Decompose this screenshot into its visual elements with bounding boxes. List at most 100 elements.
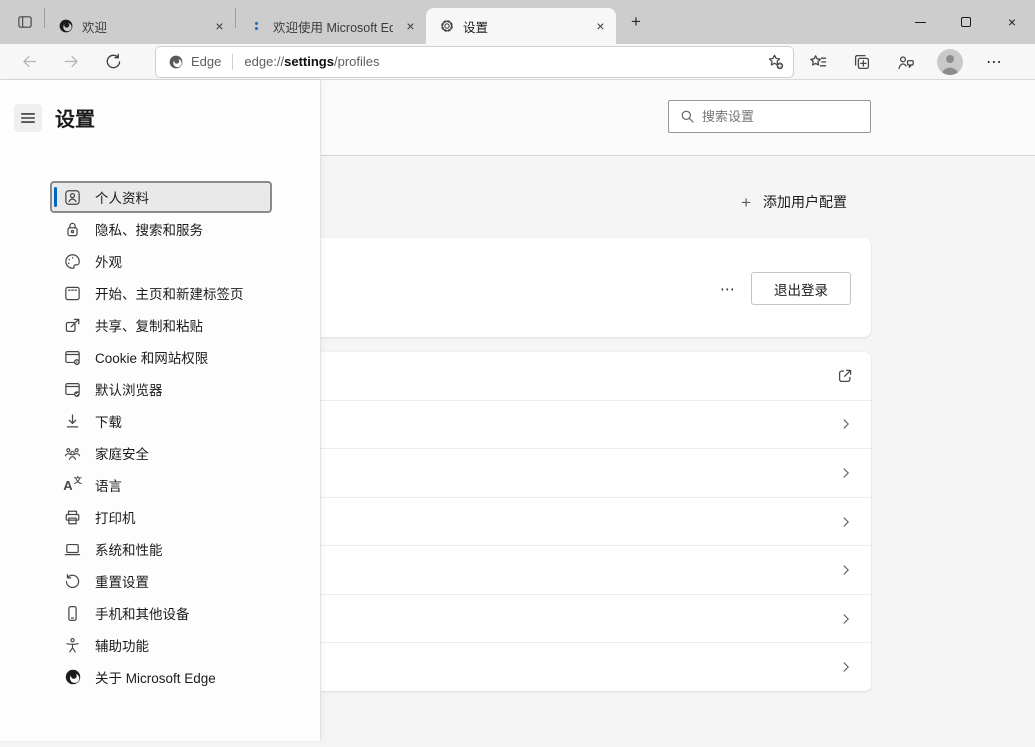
chevron-right-icon xyxy=(838,514,854,530)
sidebar-item-accessibility[interactable]: 辅助功能 xyxy=(51,630,271,660)
sidebar-item-label: 关于 Microsoft Edge xyxy=(95,671,216,686)
download-icon xyxy=(63,412,82,431)
star-plus-icon xyxy=(768,54,783,70)
add-profile-button[interactable]: + 添加用户配置 xyxy=(741,192,847,212)
family-icon xyxy=(63,444,82,463)
sidebar-item-label: 默认浏览器 xyxy=(95,383,163,398)
plus-icon: + xyxy=(741,192,751,212)
search-input[interactable] xyxy=(702,109,870,124)
tab-welcome[interactable]: 欢迎 × xyxy=(45,8,235,44)
refresh-icon xyxy=(106,53,120,69)
settings-more-button[interactable]: ⋯ xyxy=(979,47,1009,77)
search-icon xyxy=(681,110,694,123)
tab-close-icon[interactable]: × xyxy=(591,17,610,36)
startpage-icon xyxy=(63,284,82,303)
settings-sidebar: 设置 个人资料 隐私、搜索和服务 外观 开始、主页和新建标签页 共享、复制和粘贴… xyxy=(0,80,321,741)
sidebar-item-appearance[interactable]: 外观 xyxy=(51,246,271,276)
collections-button[interactable] xyxy=(847,47,877,77)
external-link-icon xyxy=(836,367,854,385)
chevron-right-icon xyxy=(838,611,854,627)
palette-icon xyxy=(63,252,82,271)
sidebar-item-default-browser[interactable]: 默认浏览器 xyxy=(51,374,271,404)
favorites-button[interactable] xyxy=(803,47,833,77)
sidebar-item-label: 系统和性能 xyxy=(95,543,163,558)
settings-search-box[interactable] xyxy=(668,100,871,133)
sidebar-item-phone-devices[interactable]: 手机和其他设备 xyxy=(51,598,271,628)
sidebar-item-family-safety[interactable]: 家庭安全 xyxy=(51,438,271,468)
sidebar-item-start-home-newtab[interactable]: 开始、主页和新建标签页 xyxy=(51,278,271,308)
system-icon xyxy=(63,540,82,559)
sidebar-item-printers[interactable]: 打印机 xyxy=(51,502,271,532)
toolbar-right-group: ⋯ xyxy=(803,47,1009,77)
sidebar-item-system-performance[interactable]: 系统和性能 xyxy=(51,534,271,564)
minimize-icon xyxy=(914,21,926,23)
feedback-button[interactable] xyxy=(891,47,921,77)
site-chip-label: Edge xyxy=(191,54,222,69)
share-icon xyxy=(63,316,82,335)
tab-welcome-msedge[interactable]: 欢迎使用 Microsoft Edge × xyxy=(236,8,426,44)
tab-title: 设置 xyxy=(463,20,489,35)
sidebar-item-profiles[interactable]: 个人资料 xyxy=(50,181,272,213)
new-tab-button[interactable]: + xyxy=(622,8,650,36)
avatar xyxy=(937,48,963,75)
refresh-button[interactable] xyxy=(98,47,128,77)
phone-icon xyxy=(63,604,82,623)
printer-icon xyxy=(63,508,82,527)
maximize-button[interactable] xyxy=(943,0,989,44)
sidebar-item-label: 辅助功能 xyxy=(95,639,149,654)
sidebar-item-reset-settings[interactable]: 重置设置 xyxy=(51,566,271,596)
sidebar-item-languages[interactable]: A文 语言 xyxy=(51,470,271,500)
collections-icon xyxy=(854,54,870,69)
edge-logo-icon xyxy=(168,54,184,70)
sidebar-item-label: 重置设置 xyxy=(95,575,149,590)
forward-button[interactable] xyxy=(56,47,86,77)
omnibox-separator xyxy=(232,53,234,70)
sidebar-item-label: 共享、复制和粘贴 xyxy=(95,319,203,334)
sidebar-item-downloads[interactable]: 下载 xyxy=(51,406,271,436)
sidebar-item-label: 隐私、搜索和服务 xyxy=(95,223,203,238)
tab-title: 欢迎使用 Microsoft Edge xyxy=(273,20,393,35)
sidebar-nav: 个人资料 隐私、搜索和服务 外观 开始、主页和新建标签页 共享、复制和粘贴 Co… xyxy=(0,181,320,692)
tab-settings-active[interactable]: 设置 × xyxy=(426,8,616,44)
sidebar-item-label: 下载 xyxy=(95,415,122,430)
sidebar-item-label: 打印机 xyxy=(95,511,136,526)
menu-toggle-button[interactable] xyxy=(14,103,42,132)
chevron-right-icon xyxy=(838,659,854,675)
sign-out-button[interactable]: 退出登录 xyxy=(751,272,851,305)
lock-icon xyxy=(63,220,82,239)
sidebar-item-share-copy-paste[interactable]: 共享、复制和粘贴 xyxy=(51,310,271,340)
sidebar-item-label: 外观 xyxy=(95,255,122,270)
profile-card-icon xyxy=(63,188,82,207)
tab-bar: 欢迎 × 欢迎使用 Microsoft Edge × 设置 × + × xyxy=(0,0,1035,44)
page-title: 设置 xyxy=(55,109,95,131)
language-icon: A文 xyxy=(63,476,82,493)
sidebar-item-label: 个人资料 xyxy=(95,191,149,206)
tab-close-icon[interactable]: × xyxy=(210,17,229,36)
add-favorite-button[interactable] xyxy=(761,49,789,75)
back-arrow-icon xyxy=(22,55,36,68)
sidebar-item-label: 语言 xyxy=(95,479,122,494)
star-list-icon xyxy=(810,54,827,66)
sidebar-item-cookies-permissions[interactable]: Cookie 和网站权限 xyxy=(51,342,271,372)
blue-dots-favicon-icon xyxy=(248,18,265,35)
accessibility-icon xyxy=(63,636,82,655)
profile-more-button[interactable]: ⋯ xyxy=(713,276,743,302)
minimize-button[interactable] xyxy=(897,0,943,44)
tab-close-icon[interactable]: × xyxy=(401,17,420,36)
profile-avatar-button[interactable] xyxy=(935,47,965,77)
hamburger-icon xyxy=(21,112,35,123)
sidebar-item-about-edge[interactable]: 关于 Microsoft Edge xyxy=(51,662,271,692)
chevron-right-icon xyxy=(838,465,854,481)
maximize-icon xyxy=(961,17,971,27)
default-browser-icon xyxy=(63,380,82,399)
sidebar-item-privacy[interactable]: 隐私、搜索和服务 xyxy=(51,214,271,244)
edge-logo-icon xyxy=(57,18,74,35)
close-button[interactable]: × xyxy=(989,0,1035,44)
sidebar-header: 设置 xyxy=(0,80,320,132)
tab-actions-menu-button[interactable] xyxy=(11,8,39,36)
back-button[interactable] xyxy=(14,47,44,77)
window-controls: × xyxy=(897,0,1035,44)
address-bar[interactable]: Edge edge://settings/profiles xyxy=(156,46,793,77)
url-text: edge://settings/profiles xyxy=(244,54,380,69)
gear-icon xyxy=(438,18,455,35)
